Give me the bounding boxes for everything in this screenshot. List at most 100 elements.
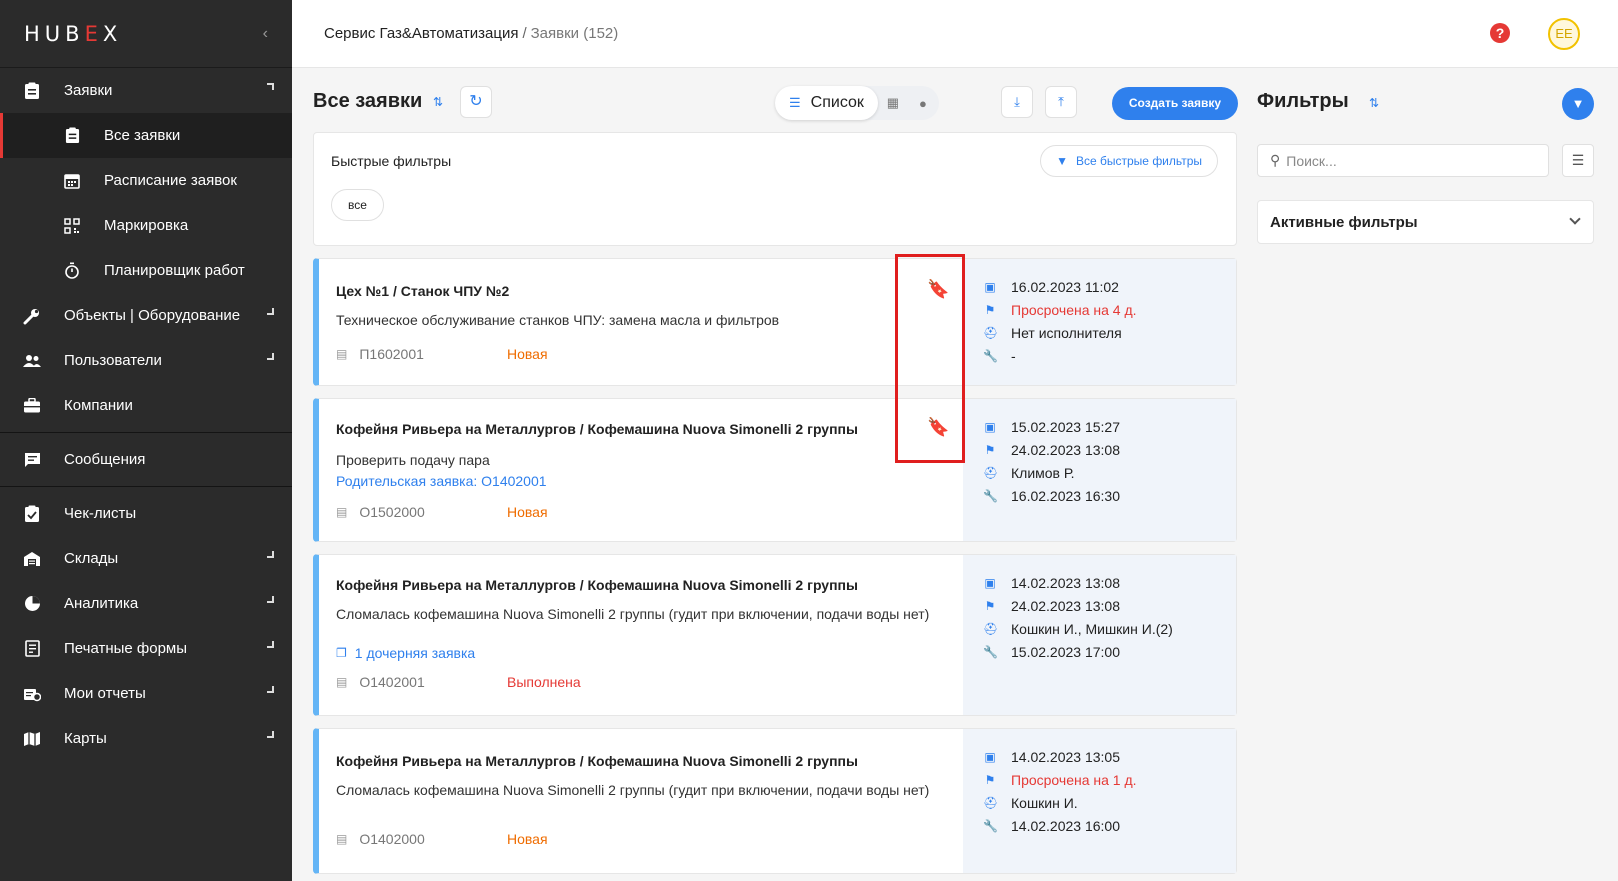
calendar-plus-icon: ▣ <box>984 419 996 434</box>
deadline: ⚑ Просрочена на 4 д. <box>983 298 1236 321</box>
view-map-button[interactable]: ● <box>908 96 938 111</box>
chevron-down-icon <box>267 641 274 648</box>
child-requests-link[interactable]: ❐ 1 дочерняя заявка <box>336 645 475 661</box>
parent-request-link[interactable]: Родительская заявка: О1402001 <box>336 473 547 489</box>
map-icon <box>22 729 42 749</box>
sidebar-item-label: Расписание заявок <box>104 172 237 189</box>
sidebar-item-analytics[interactable]: Аналитика <box>0 581 292 626</box>
sidebar-item-checklists[interactable]: Чек-листы <box>0 491 292 536</box>
assignee: ⛑ Кошкин И. <box>983 791 1236 814</box>
deadline-value: Просрочена на 4 д. <box>1011 301 1137 318</box>
request-title[interactable]: Кофейня Ривьера на Металлургов / Кофемаш… <box>336 753 858 769</box>
chevron-down-icon <box>267 551 274 558</box>
sidebar-item-objects[interactable]: Объекты | Оборудование <box>0 293 292 338</box>
assignee-value: Климов Р. <box>1011 464 1075 481</box>
download-button[interactable]: ⤓ <box>1001 86 1033 118</box>
work-date: 🔧 16.02.2023 16:30 <box>983 484 1236 507</box>
assignee-value: Нет исполнителя <box>1011 324 1122 341</box>
stopwatch-icon <box>62 261 82 281</box>
filter-search-input[interactable]: ⚲ Поиск... <box>1257 144 1549 177</box>
sidebar-item-marking[interactable]: Маркировка <box>0 203 292 248</box>
calendar-plus-icon: ▣ <box>984 279 996 294</box>
qr-code-icon <box>62 216 82 236</box>
refresh-button[interactable]: ↻ <box>460 86 492 118</box>
request-number-value: П1602001 <box>359 346 424 362</box>
sidebar-item-print-forms[interactable]: Печатные формы <box>0 626 292 671</box>
help-icon[interactable]: ? <box>1490 23 1510 43</box>
download-icon: ⤓ <box>1014 94 1020 109</box>
filter-toggle-button[interactable]: ▼ <box>1562 88 1594 120</box>
active-filters-dropdown[interactable]: Активные фильтры <box>1257 200 1594 244</box>
request-number-value: О1502000 <box>359 504 425 520</box>
sidebar-item-my-reports[interactable]: Мои отчеты <box>0 671 292 716</box>
request-card-main: Кофейня Ривьера на Металлургов / Кофемаш… <box>319 729 963 873</box>
request-card-main: Цех №1 / Станок ЧПУ №2 Техническое обслу… <box>319 259 963 385</box>
request-card[interactable]: Кофейня Ривьера на Металлургов / Кофемаш… <box>313 398 1237 542</box>
sidebar-item-label: Склады <box>64 550 119 567</box>
divider <box>0 432 292 433</box>
request-title[interactable]: Кофейня Ривьера на Металлургов / Кофемаш… <box>336 421 858 437</box>
sidebar-item-users[interactable]: Пользователи <box>0 338 292 383</box>
sidebar-item-planner[interactable]: Планировщик работ <box>0 248 292 293</box>
request-title[interactable]: Цех №1 / Станок ЧПУ №2 <box>336 283 509 299</box>
calendar-plus-icon: ▣ <box>984 575 996 590</box>
search-icon: ⚲ <box>1270 152 1281 168</box>
sidebar-item-label: Аналитика <box>64 595 139 612</box>
sidebar-item-all-requests[interactable]: Все заявки <box>0 113 292 158</box>
chevron-down-icon <box>1569 213 1581 225</box>
breadcrumb-company[interactable]: Сервис Газ&Автоматизация <box>324 25 518 42</box>
sidebar-item-label: Мои отчеты <box>64 685 146 702</box>
create-request-button[interactable]: Создать заявку <box>1112 87 1238 120</box>
calendar-icon <box>62 171 82 191</box>
flag-icon: ⚑ <box>984 598 996 613</box>
sort-icon[interactable]: ⇅ <box>1369 96 1379 110</box>
sidebar-item-label: Компании <box>64 397 133 414</box>
collapse-sidebar-button[interactable]: ‹ <box>263 25 268 43</box>
created-date-value: 14.02.2023 13:08 <box>1011 574 1120 591</box>
sidebar-item-label: Карты <box>64 730 107 747</box>
request-title[interactable]: Кофейня Ривьера на Металлургов / Кофемаш… <box>336 577 858 593</box>
upload-button[interactable]: ⤒ <box>1045 86 1077 118</box>
all-quick-filters-button[interactable]: ▼ Все быстрые фильтры <box>1040 145 1218 177</box>
filter-sort-button[interactable]: ☰ <box>1562 144 1594 177</box>
request-description: Техническое обслуживание станков ЧПУ: за… <box>336 312 780 328</box>
chevron-down-icon <box>267 596 274 603</box>
sidebar-item-requests[interactable]: Заявки <box>0 68 292 113</box>
request-description: Проверить подачу пара <box>336 452 490 468</box>
logo-row: HUBEX ‹ <box>0 0 292 68</box>
request-card[interactable]: Цех №1 / Станок ЧПУ №2 Техническое обслу… <box>313 258 1237 386</box>
sort-icon[interactable]: ⇅ <box>433 95 443 109</box>
avatar[interactable]: EE <box>1548 18 1580 50</box>
status-badge: Выполнена <box>507 674 581 690</box>
chevron-down-icon <box>267 731 274 738</box>
sidebar-item-companies[interactable]: Компании <box>0 383 292 428</box>
sidebar-item-maps[interactable]: Карты <box>0 716 292 761</box>
sidebar-item-schedule[interactable]: Расписание заявок <box>0 158 292 203</box>
work-date: 🔧 14.02.2023 16:00 <box>983 814 1236 837</box>
work-date: 🔧 15.02.2023 17:00 <box>983 640 1236 663</box>
request-card[interactable]: Кофейня Ривьера на Металлургов / Кофемаш… <box>313 554 1237 716</box>
logo[interactable]: HUBEX <box>24 22 122 46</box>
request-description: Сломалась кофемашина Nuova Simonelli 2 г… <box>336 606 930 622</box>
view-switch: ☰ Список ▦ ● <box>775 86 939 120</box>
sidebar-item-label: Маркировка <box>104 217 189 234</box>
request-number: ▤ О1402001 <box>336 674 425 690</box>
filter-icon: ▼ <box>1056 154 1068 168</box>
table-icon: ▦ <box>886 95 900 110</box>
view-table-button[interactable]: ▦ <box>878 95 908 111</box>
deadline: ⚑ 24.02.2023 13:08 <box>983 594 1236 617</box>
quick-filters-title: Быстрые фильтры <box>331 153 452 169</box>
request-number-value: О1402000 <box>359 831 425 847</box>
sidebar-item-messages[interactable]: Сообщения <box>0 437 292 482</box>
request-card[interactable]: Кофейня Ривьера на Металлургов / Кофемаш… <box>313 728 1237 874</box>
sidebar-item-warehouses[interactable]: Склады <box>0 536 292 581</box>
assignee: ⛑ Климов Р. <box>983 461 1236 484</box>
request-card-details: ▣ 16.02.2023 11:02 ⚑ Просрочена на 4 д. ⛑ Н… <box>963 259 1236 385</box>
view-list-button[interactable]: ☰ Список <box>775 86 878 120</box>
sidebar-item-label: Сообщения <box>64 451 146 468</box>
flag-icon: ⚑ <box>984 772 996 787</box>
sidebar-item-label: Планировщик работ <box>104 262 245 279</box>
created-date: ▣ 15.02.2023 15:27 <box>983 415 1236 438</box>
users-icon <box>22 351 42 371</box>
quick-filter-chip[interactable]: все <box>331 189 384 221</box>
